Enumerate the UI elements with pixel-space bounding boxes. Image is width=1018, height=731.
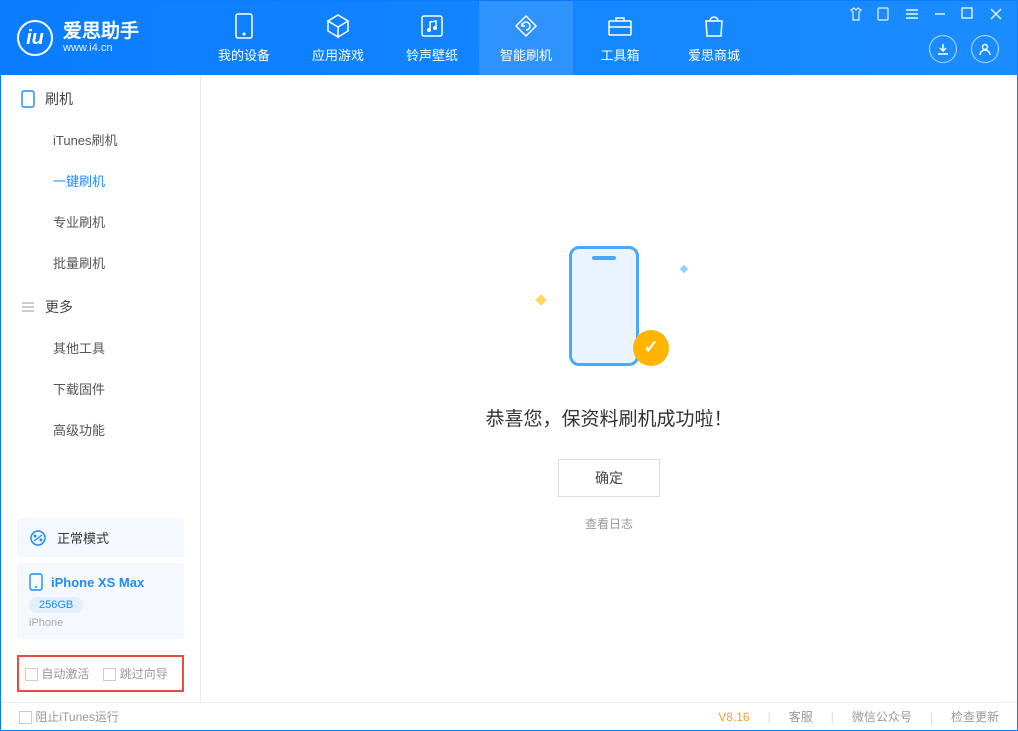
user-button[interactable] <box>971 35 999 63</box>
tab-flash[interactable]: 智能刷机 <box>479 1 573 75</box>
titlebar: iu 爱思助手 www.i4.cn 我的设备 应用游戏 铃声壁纸 智能刷机 <box>1 1 1017 75</box>
app-url: www.i4.cn <box>63 42 139 54</box>
ok-button[interactable]: 确定 <box>558 459 660 497</box>
app-name: 爱思助手 <box>63 22 139 43</box>
mode-icon <box>29 529 47 547</box>
sidebar-item-itunes-flash[interactable]: iTunes刷机 <box>1 119 200 160</box>
version-label: V8.16 <box>718 710 749 724</box>
wechat-link[interactable]: 微信公众号 <box>852 708 912 725</box>
toolbox-icon <box>607 13 633 39</box>
device-icon <box>29 573 43 591</box>
list-icon <box>21 300 35 314</box>
mobile-icon[interactable] <box>877 7 891 21</box>
options-highlight-box: 自动激活 跳过向导 <box>17 655 184 692</box>
close-icon[interactable] <box>989 7 1003 21</box>
sparkle-icon <box>535 294 546 305</box>
tab-store[interactable]: 爱思商城 <box>667 1 761 75</box>
device-name-row: iPhone XS Max <box>29 573 172 591</box>
phone-graphic <box>569 246 639 366</box>
sidebar-item-batch-flash[interactable]: 批量刷机 <box>1 242 200 283</box>
sidebar: 刷机 iTunes刷机 一键刷机 专业刷机 批量刷机 更多 其他工具 下载固件 … <box>1 75 201 702</box>
sidebar-item-other-tools[interactable]: 其他工具 <box>1 327 200 368</box>
minimize-icon[interactable] <box>933 7 947 21</box>
phone-icon <box>21 90 35 108</box>
refresh-icon <box>513 13 539 39</box>
option-label: 阻止iTunes运行 <box>35 710 119 724</box>
app-window: iu 爱思助手 www.i4.cn 我的设备 应用游戏 铃声壁纸 智能刷机 <box>0 0 1018 731</box>
logo-text: 爱思助手 www.i4.cn <box>63 22 139 55</box>
tab-label: 爱思商城 <box>688 45 740 64</box>
window-controls <box>849 7 1003 21</box>
device-capacity: 256GB <box>29 597 83 613</box>
sidebar-group-flash: 刷机 <box>1 75 200 119</box>
checkbox-icon <box>103 668 116 681</box>
tab-label: 智能刷机 <box>500 45 552 64</box>
success-illustration: ✓ <box>559 246 659 376</box>
sidebar-item-advanced[interactable]: 高级功能 <box>1 409 200 450</box>
sidebar-item-oneclick-flash[interactable]: 一键刷机 <box>1 160 200 201</box>
checkbox-icon <box>25 668 38 681</box>
tab-ringtones[interactable]: 铃声壁纸 <box>385 1 479 75</box>
tab-my-device[interactable]: 我的设备 <box>197 1 291 75</box>
main-content: ✓ 恭喜您，保资料刷机成功啦！ 确定 查看日志 <box>201 75 1017 702</box>
device-box[interactable]: iPhone XS Max 256GB iPhone <box>17 563 184 639</box>
auto-activate-option[interactable]: 自动激活 <box>25 665 89 682</box>
bag-icon <box>701 13 727 39</box>
checkbox-icon <box>19 711 32 724</box>
tab-label: 铃声壁纸 <box>406 45 458 64</box>
tab-label: 工具箱 <box>600 45 639 64</box>
view-log-link[interactable]: 查看日志 <box>585 515 633 532</box>
menu-icon[interactable] <box>905 7 919 21</box>
statusbar: 阻止iTunes运行 V8.16 | 客服 | 微信公众号 | 检查更新 <box>1 702 1017 730</box>
tab-apps[interactable]: 应用游戏 <box>291 1 385 75</box>
tab-label: 应用游戏 <box>312 45 364 64</box>
option-label: 跳过向导 <box>120 667 168 681</box>
logo-area: iu 爱思助手 www.i4.cn <box>17 20 197 56</box>
body: 刷机 iTunes刷机 一键刷机 专业刷机 批量刷机 更多 其他工具 下载固件 … <box>1 75 1017 702</box>
group-title: 刷机 <box>45 89 73 109</box>
tab-label: 我的设备 <box>218 45 270 64</box>
mode-label: 正常模式 <box>57 528 109 547</box>
skip-guide-option[interactable]: 跳过向导 <box>103 665 167 682</box>
header-buttons <box>929 35 999 63</box>
music-icon <box>419 13 445 39</box>
support-link[interactable]: 客服 <box>789 708 813 725</box>
mode-box[interactable]: 正常模式 <box>17 518 184 557</box>
device-icon <box>231 13 257 39</box>
device-type: iPhone <box>29 617 172 629</box>
sidebar-group-more: 更多 <box>1 283 200 327</box>
sidebar-item-download-firmware[interactable]: 下载固件 <box>1 368 200 409</box>
shirt-icon[interactable] <box>849 7 863 21</box>
sidebar-item-pro-flash[interactable]: 专业刷机 <box>1 201 200 242</box>
block-itunes-option[interactable]: 阻止iTunes运行 <box>19 708 119 725</box>
cube-icon <box>325 13 351 39</box>
group-title: 更多 <box>45 297 73 317</box>
option-label: 自动激活 <box>41 667 89 681</box>
logo-icon: iu <box>17 20 53 56</box>
check-badge-icon: ✓ <box>633 330 669 366</box>
success-title: 恭喜您，保资料刷机成功啦！ <box>485 404 732 431</box>
check-update-link[interactable]: 检查更新 <box>951 708 999 725</box>
tab-toolbox[interactable]: 工具箱 <box>573 1 667 75</box>
device-name: iPhone XS Max <box>51 575 144 590</box>
maximize-icon[interactable] <box>961 7 975 21</box>
sparkle-icon <box>680 264 688 272</box>
download-button[interactable] <box>929 35 957 63</box>
